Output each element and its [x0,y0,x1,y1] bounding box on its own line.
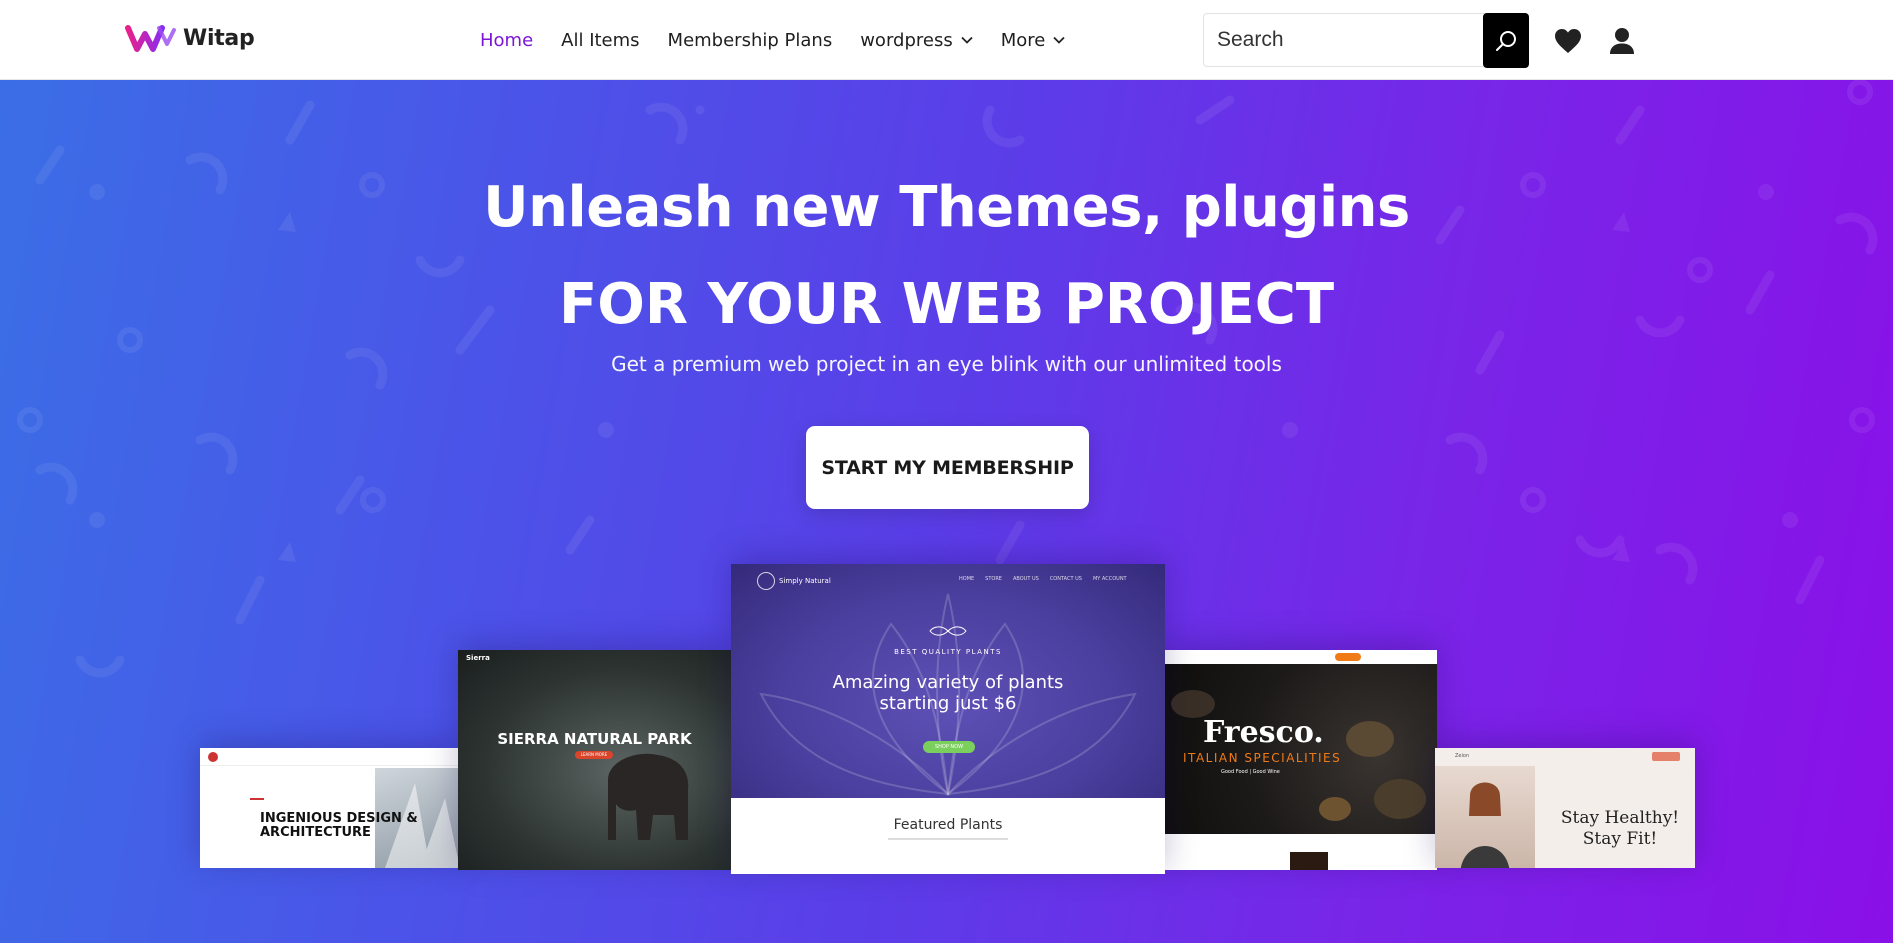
theme-preview-simply-natural[interactable]: Simply Natural HOME STORE ABOUT US CONTA… [731,564,1165,874]
preview-nav-button [1335,653,1361,661]
preview-logo [757,572,775,590]
preview-headline: INGENIOUS DESIGN & ARCHITECTURE [260,811,418,840]
preview-tag: Good Food | Good Wine [1221,769,1280,775]
search-input[interactable] [1204,14,1482,66]
hero-subtitle: FOR YOUR WEB PROJECT [558,272,1335,337]
preview-divider [888,838,1008,840]
logo-mark-icon [125,25,176,52]
preview-menu-item: STORE [985,576,1002,582]
accent-line [250,798,264,800]
nav-item-all-items[interactable]: All Items [561,30,639,51]
theme-preview-sierra[interactable]: Sierra SIERRA NATURAL PARK LEARN MORE [458,650,731,870]
preview-menu-item: MY ACCOUNT [1092,576,1127,582]
preview-menu-item: ABOUT US [1012,576,1039,582]
theme-preview-fresco[interactable]: Fresco. ITALIAN SPECIALITIES Good Food |… [1165,650,1437,870]
preview-menu-item: CONTACT US [1049,576,1082,582]
preview-headline: Fresco. [1203,715,1324,750]
start-membership-button[interactable]: START MY MEMBERSHIP [806,426,1089,509]
preview-button: SHOP NOW [923,741,975,753]
hero-tagline: Get a premium web project in an eye blin… [611,352,1282,376]
account-button[interactable] [1607,26,1637,56]
preview-section-title: Featured Plants [893,817,1003,833]
chevron-down-icon [1053,36,1065,44]
chevron-down-icon [961,36,973,44]
woman-image [1435,766,1535,868]
elephant-graphic [608,753,689,840]
preview-kicker: BEST QUALITY PLANTS [894,648,1002,656]
nav-item-label: Membership Plans [667,29,833,51]
preview-headline-line2: Stay Fit! [1582,829,1658,849]
preview-headline: Stay Healthy! [1560,808,1680,828]
preview-logo [208,752,218,762]
preview-button: LEARN MORE [575,751,613,759]
theme-preview-architecture[interactable]: INGENIOUS DESIGN & ARCHITECTURE [200,748,460,868]
nav-item-home[interactable]: Home [480,30,533,51]
preview-headline: SIERRA NATURAL PARK [497,730,692,748]
site-header: Witap Home All Items Membership Plans wo… [0,0,1893,80]
wishlist-button[interactable] [1553,26,1583,56]
user-icon [1610,28,1634,54]
preview-menu: HOME STORE ABOUT US CONTACT US MY ACCOUN… [959,576,1127,582]
nav-item-label: wordpress [860,29,953,51]
logo-text: Witap [183,25,255,51]
search-icon [1496,30,1516,51]
nav-item-more[interactable]: More [1001,30,1066,51]
preview-menu-item: HOME [959,576,975,582]
hero-title: Unleash new Themes, plugins [483,175,1410,240]
preview-nav-button [1652,752,1680,761]
preview-thumb [1290,852,1328,870]
preview-brand: Zeion [1455,753,1470,759]
preview-navbar [1165,650,1437,664]
heart-icon [1555,29,1581,53]
woman-graphic [1460,782,1510,868]
search-box [1203,13,1529,68]
nav-item-wordpress[interactable]: wordpress [860,30,973,51]
preview-brand: Simply Natural [779,577,831,585]
search-button[interactable] [1483,13,1529,68]
preview-headline: Amazing variety of plants [832,672,1064,693]
nav-item-label: More [1000,29,1046,51]
preview-headline-line2: starting just $6 [879,693,1017,714]
preview-navbar [200,748,460,766]
preview-sub: ITALIAN SPECIALITIES [1183,751,1342,765]
nav-item-membership-plans[interactable]: Membership Plans [668,30,833,51]
theme-preview-fitness[interactable]: Zeion Stay Healthy! Stay Fit! [1435,748,1695,868]
preview-content [731,798,1165,874]
preview-brand: Sierra [466,654,490,662]
leaf-ornament-icon [929,626,967,636]
main-nav: Home All Items Membership Plans wordpres… [480,0,1065,80]
nav-item-label: All Items [561,29,640,51]
logo[interactable]: Witap [125,22,255,54]
nav-item-label: Home [480,29,534,51]
